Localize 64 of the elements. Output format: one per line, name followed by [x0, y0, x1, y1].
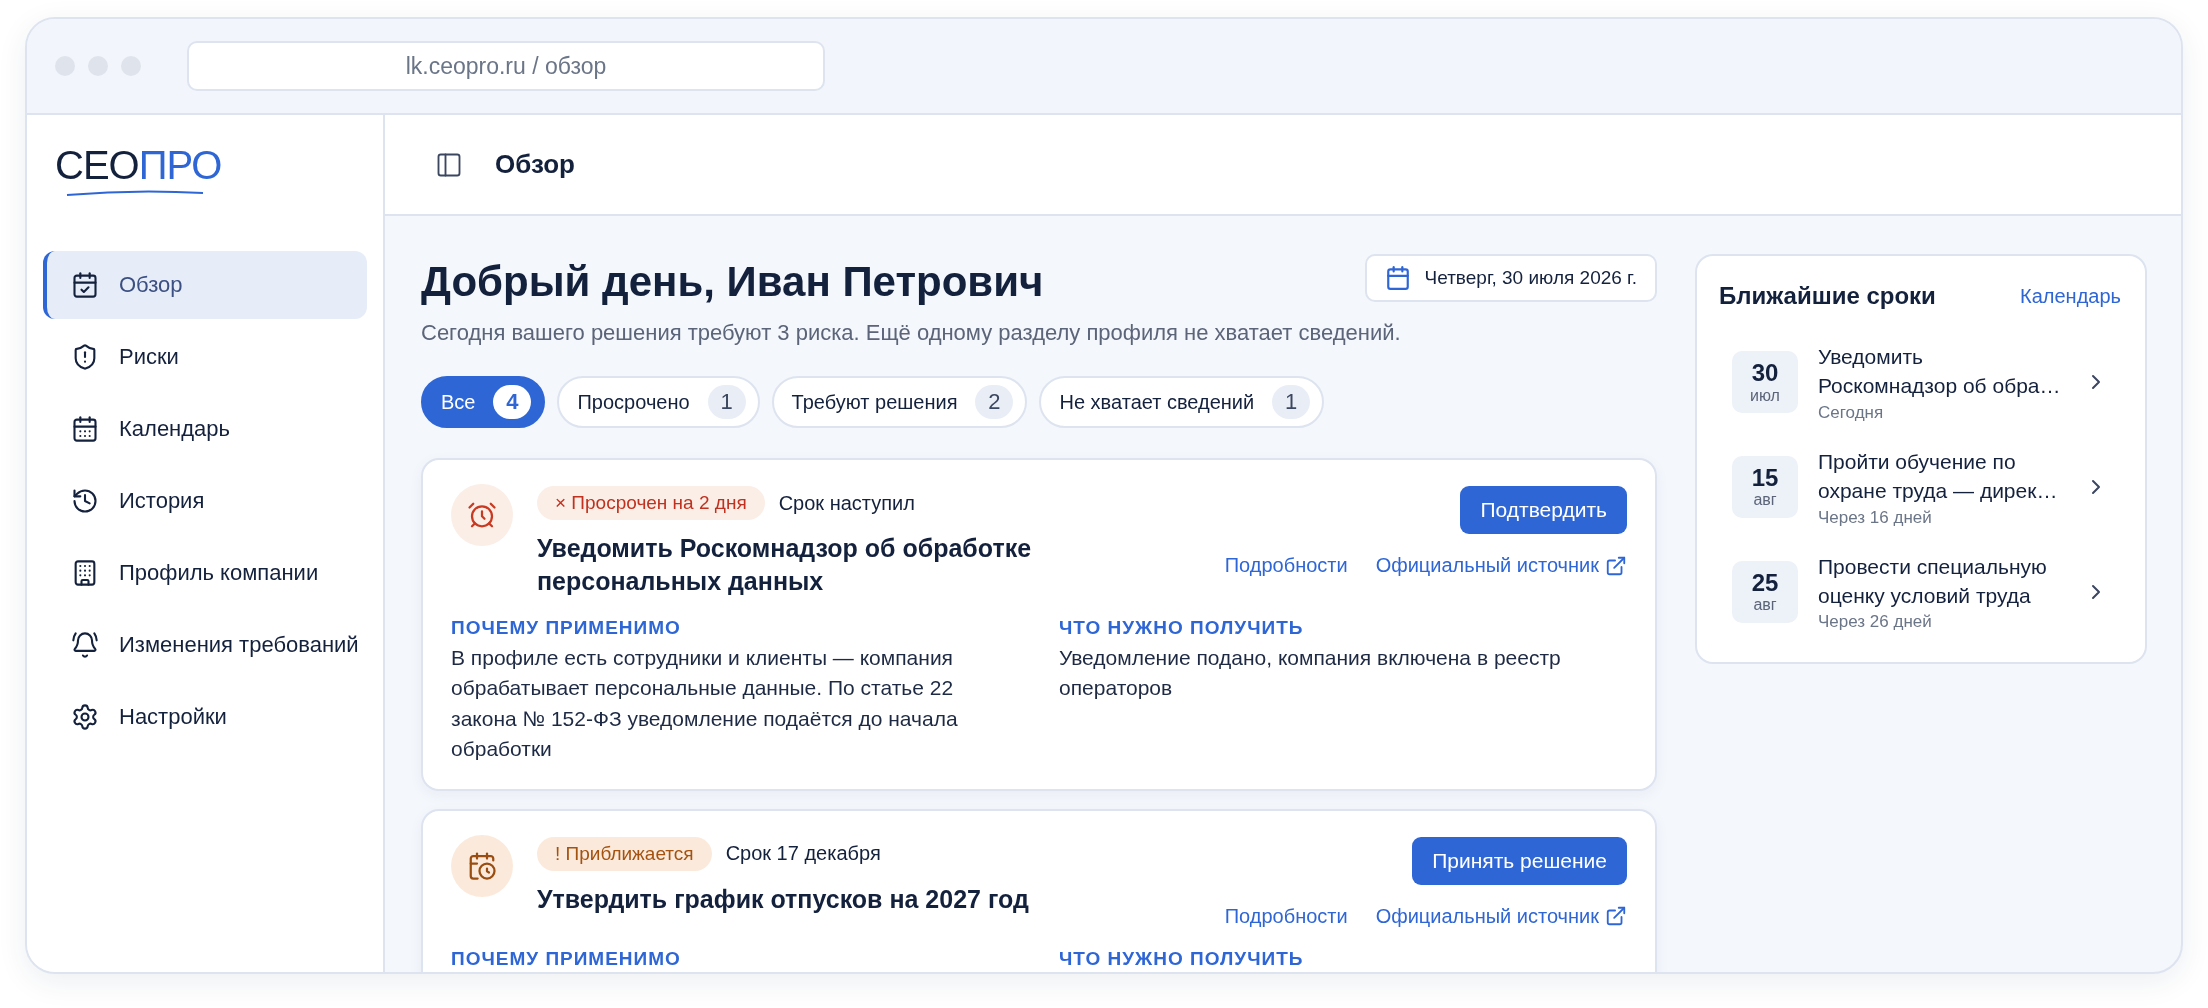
- calendar-icon: [71, 415, 99, 443]
- count-badge: 4: [493, 385, 532, 419]
- filter-chip[interactable]: Требуют решения 2: [771, 376, 1028, 428]
- filter-chip[interactable]: Не хватает сведений 1: [1039, 376, 1325, 428]
- alarm-clock-icon: [467, 500, 497, 530]
- deadline-when: Через 26 дней: [1818, 612, 1933, 633]
- logo-swoosh-icon: [65, 189, 205, 197]
- page-title: Обзор: [495, 149, 575, 180]
- deadline-title[interactable]: Пройти обучение по охране труда — дирек…: [1818, 446, 2064, 506]
- greeting-subtitle: Сегодня вашего решения требуют 3 риска. Ещё одному разделу профиля не хватает сведений.: [421, 320, 1402, 346]
- bell-icon: [71, 631, 99, 659]
- date-month: июл: [1750, 386, 1780, 405]
- section-label: ПОЧЕМУ ПРИМЕНИМО: [451, 617, 682, 639]
- deadline-title[interactable]: Провести специальную оценку условий труда: [1818, 551, 2064, 611]
- status-badge: × Просрочен на 2 дня: [537, 486, 765, 520]
- history-icon: [71, 487, 99, 515]
- date-day: 30: [1751, 360, 1779, 387]
- section-text: Уведомление подано, компания включена в реестр операторов: [1059, 645, 1562, 702]
- date-day: 15: [1751, 464, 1779, 492]
- count-badge: 1: [707, 385, 746, 419]
- deadline-title[interactable]: Уведомить Роскомнадзор об обра…: [1818, 342, 2064, 401]
- nav-item[interactable]: Риски: [43, 323, 367, 391]
- panel-title: Ближайшие сроки: [1719, 282, 1936, 310]
- address-bar[interactable]: lk.ceopro.ru / обзор: [187, 41, 825, 91]
- task-title: Уведомить Роскомнадзор об обработке персональных данных: [537, 533, 1033, 597]
- nav-item[interactable]: Настройки: [43, 683, 367, 751]
- external-link-icon: [1605, 905, 1627, 928]
- nav-item[interactable]: История: [43, 467, 367, 535]
- greeting-title: Добрый день, Иван Петрович: [421, 258, 1044, 306]
- external-link-icon: [1605, 554, 1627, 577]
- nav-item[interactable]: Профиль компании: [43, 539, 367, 607]
- count-badge: 1: [1272, 385, 1311, 419]
- deadline-text: Срок 17 декабря: [725, 842, 881, 866]
- deadline-when: Сегодня: [1818, 402, 1885, 423]
- section-label: ЧТО НУЖНО ПОЛУЧИТЬ: [1059, 947, 1305, 970]
- deadline-when: Через 16 дней: [1818, 507, 1933, 528]
- task-title: Утвердить график отпусков на 2027 год: [537, 883, 1030, 915]
- details-link[interactable]: Подробности: [1224, 554, 1348, 577]
- action-button[interactable]: Подтвердить: [1460, 486, 1627, 534]
- nav-item[interactable]: Изменения требований: [43, 611, 367, 679]
- action-button[interactable]: Принять решение: [1412, 836, 1627, 885]
- calendar-link[interactable]: Календарь: [2020, 284, 2121, 308]
- section-label: ПОЧЕМУ ПРИМЕНИМО: [451, 947, 682, 970]
- section-text: В профиле есть сотрудники и клиенты — компания обрабатывает персональные данные. По статье 22 закона № 152-ФЗ уведомление подаётся до начала обработки: [451, 645, 959, 763]
- source-link[interactable]: Официальный источник: [1375, 904, 1627, 928]
- nav-item[interactable]: Календарь: [43, 395, 367, 463]
- calendar-clock-icon: [467, 850, 497, 881]
- section-label: ЧТО НУЖНО ПОЛУЧИТЬ: [1059, 617, 1305, 639]
- date-day: 25: [1751, 569, 1779, 597]
- calendar-check-icon: [71, 271, 99, 299]
- count-badge: 2: [975, 385, 1014, 419]
- deadline-text: Срок наступил: [778, 491, 915, 515]
- nav-item[interactable]: Обзор: [43, 251, 367, 319]
- date-text: Четверг, 30 июля 2026 г.: [1424, 267, 1637, 289]
- date-month: авг: [1753, 596, 1777, 615]
- status-badge: ! Приближается: [537, 836, 712, 871]
- logo-text: СЕОПРО: [55, 145, 223, 185]
- settings-icon: [71, 703, 99, 731]
- filter-chip[interactable]: Просрочено 1: [557, 376, 760, 428]
- filter-chip[interactable]: Все 4: [421, 376, 546, 428]
- date-month: авг: [1753, 491, 1777, 510]
- calendar-icon: [1384, 265, 1411, 291]
- details-link[interactable]: Подробности: [1224, 904, 1348, 928]
- source-link[interactable]: Официальный источник: [1375, 554, 1627, 577]
